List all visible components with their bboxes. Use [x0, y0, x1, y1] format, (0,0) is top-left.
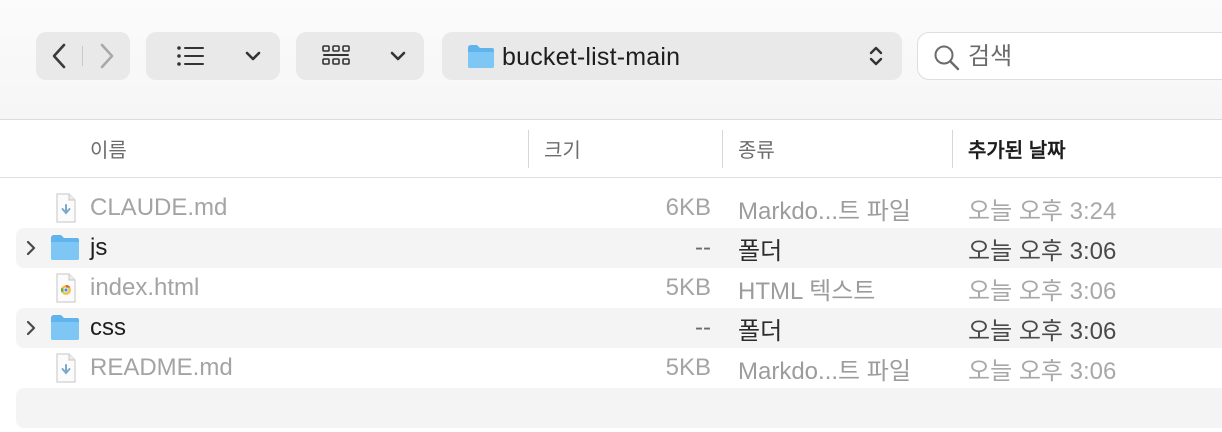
file-row[interactable]: index.html 5KB HTML 텍스트 오늘 오후 3:06	[16, 268, 1222, 308]
empty-row	[16, 388, 1222, 428]
toolbar: bucket-list-main	[0, 0, 1222, 120]
file-size: --	[695, 234, 711, 261]
current-folder-label: bucket-list-main	[502, 43, 681, 71]
file-name: css	[90, 314, 126, 341]
back-forward-group	[36, 32, 130, 80]
chevron-down-icon	[390, 51, 406, 61]
column-divider[interactable]	[528, 130, 529, 168]
folder-row[interactable]: css -- 폴더 오늘 오후 3:06	[16, 308, 1222, 348]
file-date-added: 오늘 오후 3:24	[968, 197, 1117, 225]
column-header-size[interactable]: 크기	[544, 120, 581, 177]
file-kind: 폴더	[738, 317, 783, 345]
markdown-file-icon	[56, 353, 76, 383]
path-popup-button[interactable]: bucket-list-main	[442, 32, 902, 80]
search-icon	[934, 45, 960, 71]
forward-button[interactable]	[84, 32, 130, 80]
disclosure-triangle-icon[interactable]	[24, 240, 38, 256]
icon-grid-icon	[322, 45, 350, 65]
file-size: 5KB	[665, 354, 711, 381]
file-size: --	[695, 314, 711, 341]
column-divider[interactable]	[952, 130, 953, 168]
back-button[interactable]	[36, 32, 82, 80]
folder-icon	[51, 315, 79, 340]
folder-icon	[468, 45, 494, 68]
file-name: CLAUDE.md	[90, 194, 228, 221]
divider	[82, 46, 83, 66]
column-header-date-added[interactable]: 추가된 날짜	[968, 120, 1066, 177]
file-name: js	[90, 234, 108, 261]
folder-icon	[51, 235, 79, 260]
chevron-left-icon	[52, 43, 66, 69]
chevron-right-icon	[100, 43, 114, 69]
file-name: index.html	[90, 274, 200, 301]
file-date-added: 오늘 오후 3:06	[968, 357, 1117, 385]
file-row[interactable]: README.md 5KB Markdo...트 파일 오늘 오후 3:06	[16, 348, 1222, 388]
file-date-added: 오늘 오후 3:06	[968, 237, 1117, 265]
file-name: README.md	[90, 354, 233, 381]
list-view-icon	[177, 46, 204, 66]
group-view-menu-button[interactable]	[296, 32, 424, 80]
file-kind: HTML 텍스트	[738, 277, 876, 305]
column-header-kind[interactable]: 종류	[738, 120, 775, 177]
file-row[interactable]: CLAUDE.md 6KB Markdo...트 파일 오늘 오후 3:24	[16, 188, 1222, 228]
markdown-file-icon	[56, 193, 76, 223]
file-size: 6KB	[665, 194, 711, 221]
column-header: 이름 크기 종류 추가된 날짜	[0, 120, 1222, 178]
search-field[interactable]	[917, 32, 1222, 80]
file-date-added: 오늘 오후 3:06	[968, 277, 1117, 305]
file-size: 5KB	[665, 274, 711, 301]
up-down-chevron-icon	[869, 46, 883, 66]
column-divider[interactable]	[722, 130, 723, 168]
chevron-down-icon	[245, 51, 261, 61]
html-file-icon	[56, 273, 76, 303]
file-list: CLAUDE.md 6KB Markdo...트 파일 오늘 오후 3:24 j…	[0, 188, 1222, 432]
file-date-added: 오늘 오후 3:06	[968, 317, 1117, 345]
file-kind: 폴더	[738, 237, 783, 265]
column-header-name[interactable]: 이름	[90, 120, 127, 177]
search-input[interactable]	[966, 41, 1220, 73]
folder-row[interactable]: js -- 폴더 오늘 오후 3:06	[16, 228, 1222, 268]
disclosure-triangle-icon[interactable]	[24, 320, 38, 336]
file-kind: Markdo...트 파일	[738, 197, 911, 225]
file-kind: Markdo...트 파일	[738, 357, 911, 385]
list-view-menu-button[interactable]	[146, 32, 280, 80]
